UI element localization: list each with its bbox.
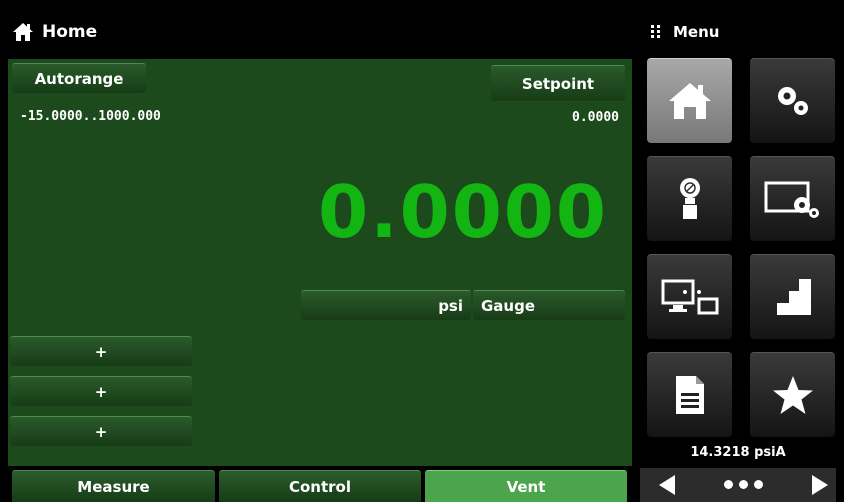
menu-tile-favorites[interactable]	[750, 352, 835, 437]
page-header: Home	[12, 21, 97, 43]
remote-communication-icon	[661, 279, 718, 315]
tab-control-label: Control	[288, 477, 351, 496]
autorange-button[interactable]: Autorange	[12, 63, 146, 93]
home-icon	[13, 23, 33, 41]
setpoint-value[interactable]: 0.0000	[572, 110, 619, 125]
page-indicator	[724, 476, 794, 492]
menu-tile-document[interactable]	[647, 352, 732, 437]
prev-page-arrow-icon[interactable]	[659, 475, 675, 495]
mode-label: Gauge	[481, 296, 536, 315]
setpoint-label: Setpoint	[521, 74, 595, 93]
barometer-reading: 14.3218 psiA	[690, 445, 786, 460]
autorange-label: Autorange	[34, 69, 124, 88]
favorite-star-icon	[772, 376, 813, 414]
document-icon	[675, 376, 704, 414]
page-dot-icon	[754, 479, 763, 489]
tab-measure-label: Measure	[77, 477, 150, 496]
aux-add-button-2[interactable]: +	[10, 376, 192, 406]
unit-button[interactable]: psi	[301, 290, 471, 320]
menu-tile-step[interactable]	[750, 254, 835, 339]
step-program-icon	[776, 279, 811, 315]
menu-tile-settings[interactable]	[750, 58, 835, 143]
menu-tile-remote[interactable]	[647, 254, 732, 339]
setpoint-button[interactable]: Setpoint	[491, 65, 625, 101]
tab-vent-label: Vent	[506, 477, 546, 496]
grip-icon	[651, 25, 660, 38]
menu-tile-home[interactable]	[647, 58, 732, 143]
unit-label: psi	[438, 296, 463, 315]
tab-vent[interactable]: Vent	[425, 470, 627, 502]
aux-add-button-3[interactable]: +	[10, 416, 192, 446]
aux-add-label: +	[94, 382, 108, 401]
menu-header[interactable]: Menu	[651, 21, 719, 43]
menu-tile-display-settings[interactable]	[750, 156, 835, 241]
gears-icon	[777, 87, 808, 115]
mode-button[interactable]: Gauge	[473, 290, 625, 320]
tab-control[interactable]: Control	[219, 470, 421, 502]
display-settings-icon	[764, 181, 819, 218]
page-title: Home	[42, 22, 98, 42]
pressure-sensor-icon	[679, 178, 700, 219]
aux-add-button-1[interactable]: +	[10, 336, 192, 366]
home-icon	[668, 83, 711, 119]
pressure-reading: 0.0000	[318, 170, 608, 254]
tab-measure[interactable]: Measure	[12, 470, 215, 502]
next-page-arrow-icon[interactable]	[812, 475, 828, 495]
menu-tile-sensor[interactable]	[647, 156, 732, 241]
main-panel: Autorange Setpoint -15.0000..1000.000 0.…	[8, 59, 632, 466]
page-dot-icon	[724, 479, 733, 489]
aux-add-label: +	[94, 422, 108, 441]
page-dot-icon	[739, 479, 748, 489]
aux-add-label: +	[94, 342, 108, 361]
menu-label: Menu	[673, 23, 720, 41]
range-text: -15.0000..1000.000	[20, 109, 161, 124]
